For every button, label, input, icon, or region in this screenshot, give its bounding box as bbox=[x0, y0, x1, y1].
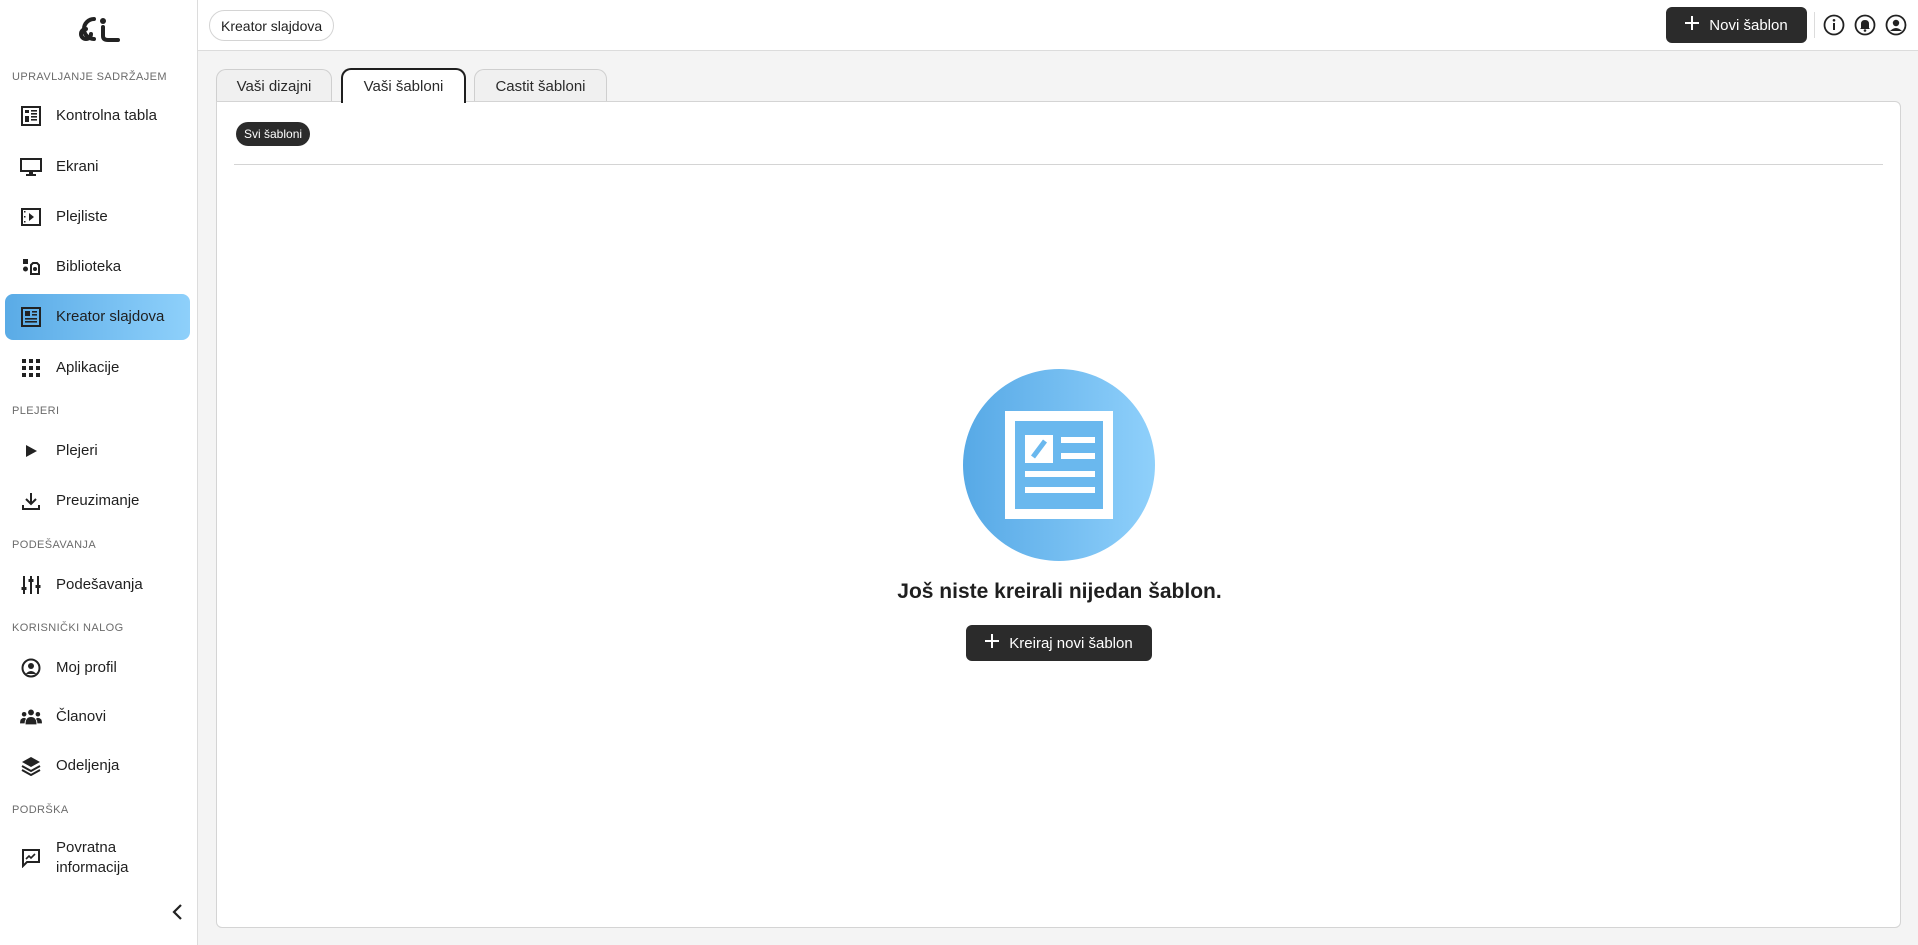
group-icon bbox=[20, 706, 42, 728]
create-template-button[interactable]: Kreiraj novi šablon bbox=[966, 625, 1152, 661]
slide-creator-icon bbox=[20, 306, 42, 328]
sidebar-item-slide-creator[interactable]: Kreator slajdova bbox=[5, 294, 190, 340]
sidebar-item-label: Odeljenja bbox=[56, 757, 120, 774]
sidebar-item-dashboard[interactable]: Kontrolna tabla bbox=[5, 93, 190, 139]
user-circle-icon bbox=[20, 657, 42, 679]
breadcrumb[interactable]: Kreator slajdova bbox=[209, 10, 335, 41]
collapse-sidebar-icon[interactable] bbox=[168, 902, 188, 922]
info-icon[interactable] bbox=[1823, 14, 1845, 36]
sidebar-item-apps[interactable]: Aplikacije bbox=[5, 345, 190, 391]
download-icon bbox=[20, 490, 42, 512]
playlist-icon bbox=[20, 206, 42, 228]
feedback-icon bbox=[20, 847, 42, 869]
sidebar-item-my-profile[interactable]: Moj profil bbox=[5, 645, 190, 691]
empty-state-illustration bbox=[963, 369, 1155, 561]
sidebar-item-screens[interactable]: Ekrani bbox=[5, 144, 190, 190]
tab-your-designs[interactable]: Vaši dizajni bbox=[216, 69, 332, 102]
sidebar-item-label: Kreator slajdova bbox=[56, 308, 165, 325]
topbar: Kreator slajdova Novi šablon bbox=[198, 0, 1918, 51]
templates-panel: Svi šabloni Još niste kreirali nijedan š… bbox=[216, 101, 1901, 928]
section-label-support: PODRŠKA bbox=[12, 804, 69, 816]
sidebar-item-settings[interactable]: Podešavanja bbox=[5, 562, 190, 608]
sidebar-item-feedback[interactable]: Povratna informacija bbox=[5, 835, 190, 881]
section-label-settings: PODEŠAVANJA bbox=[12, 539, 97, 551]
sidebar-item-label: Plejeri bbox=[56, 442, 98, 459]
section-label-account: KORISNIČKI NALOG bbox=[12, 622, 124, 634]
sidebar-item-label: Podešavanja bbox=[56, 576, 143, 593]
layers-icon bbox=[20, 755, 42, 777]
tab-your-templates[interactable]: Vaši šabloni bbox=[341, 68, 466, 103]
sidebar-item-playlists[interactable]: Plejliste bbox=[5, 194, 190, 240]
play-icon bbox=[20, 440, 42, 462]
sidebar-item-label: Povratna informacija bbox=[56, 839, 129, 876]
panel-divider bbox=[234, 164, 1883, 165]
filter-chip-all-templates[interactable]: Svi šabloni bbox=[236, 122, 311, 146]
sidebar-item-label: Moj profil bbox=[56, 659, 117, 676]
new-template-button-label: Novi šablon bbox=[1709, 16, 1788, 34]
sidebar: UPRAVLJANJE SADRŽAJEM Kontrolna tabla Ek… bbox=[0, 0, 198, 945]
sidebar-item-label: Aplikacije bbox=[56, 359, 120, 376]
sidebar-item-players[interactable]: Plejeri bbox=[5, 428, 190, 474]
logo-icon[interactable] bbox=[72, 14, 122, 44]
sidebar-item-departments[interactable]: Odeljenja bbox=[5, 743, 190, 789]
new-template-button[interactable]: Novi šablon bbox=[1666, 7, 1807, 43]
section-label-content: UPRAVLJANJE SADRŽAJEM bbox=[12, 71, 167, 83]
template-document-icon bbox=[1005, 411, 1113, 519]
sidebar-item-label: Biblioteka bbox=[56, 258, 122, 275]
create-template-button-label: Kreiraj novi šablon bbox=[1009, 634, 1133, 652]
account-icon[interactable] bbox=[1885, 14, 1907, 36]
section-label-players: PLEJERI bbox=[12, 405, 60, 417]
notifications-bell-icon[interactable] bbox=[1854, 14, 1876, 36]
monitor-icon bbox=[20, 156, 42, 178]
sidebar-item-label: Ekrani bbox=[56, 158, 99, 175]
topbar-separator bbox=[1814, 12, 1815, 38]
sidebar-item-label: Plejliste bbox=[56, 208, 108, 225]
plus-icon bbox=[985, 634, 1000, 652]
empty-state-message: Još niste kreirali nijedan šablon. bbox=[897, 580, 1222, 603]
tab-castit-templates[interactable]: Castit šabloni bbox=[474, 69, 607, 102]
media-library-icon bbox=[20, 256, 42, 278]
sliders-icon bbox=[20, 574, 42, 596]
sidebar-item-label: Kontrolna tabla bbox=[56, 107, 157, 124]
apps-grid-icon bbox=[20, 357, 42, 379]
sidebar-item-download[interactable]: Preuzimanje bbox=[5, 478, 190, 524]
sidebar-item-label: Preuzimanje bbox=[56, 492, 140, 509]
dashboard-icon bbox=[20, 105, 42, 127]
sidebar-item-label: Članovi bbox=[56, 708, 107, 725]
sidebar-item-members[interactable]: Članovi bbox=[5, 694, 190, 740]
sidebar-item-library[interactable]: Biblioteka bbox=[5, 244, 190, 290]
plus-icon bbox=[1685, 16, 1700, 34]
